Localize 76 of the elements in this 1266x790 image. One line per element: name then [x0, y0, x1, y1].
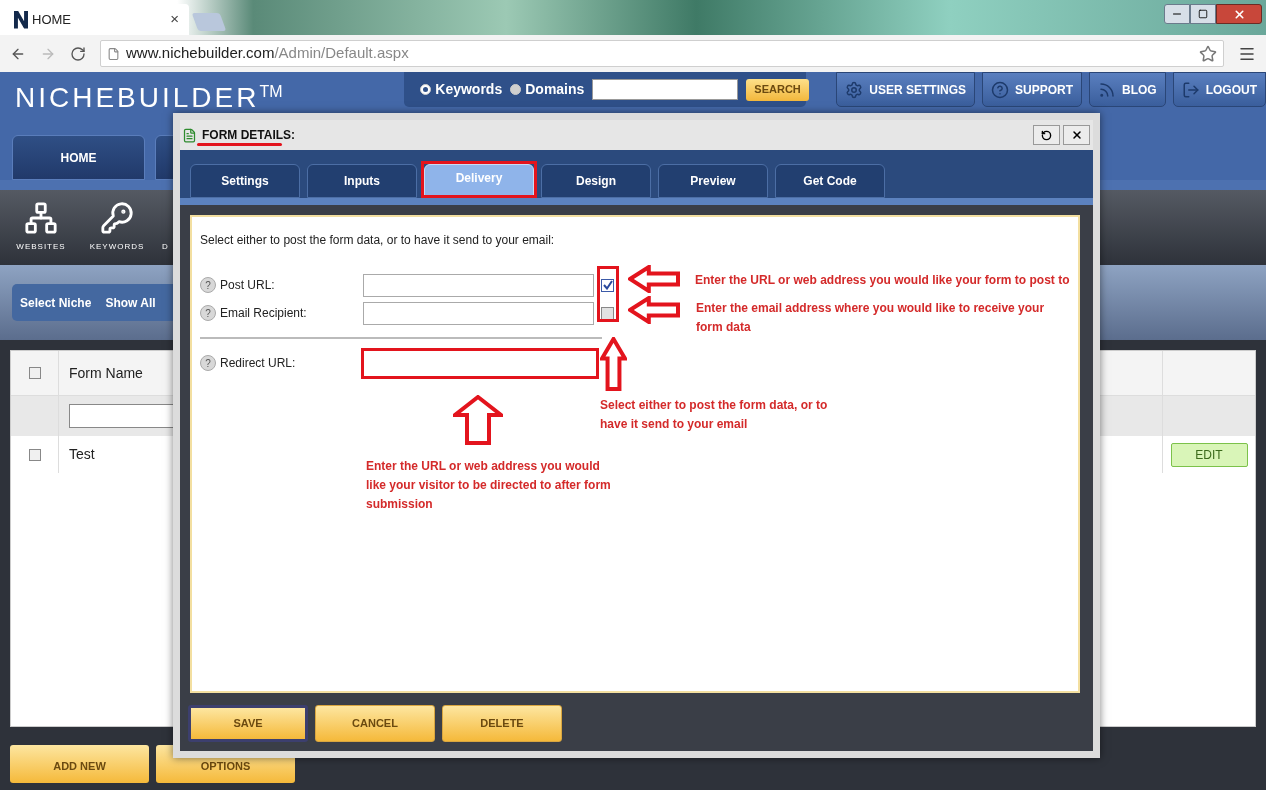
search-button[interactable]: SEARCH [746, 78, 809, 101]
highlight-box [597, 266, 619, 322]
refresh-button[interactable] [1033, 125, 1060, 145]
niche-link[interactable]: Select Niche [20, 293, 92, 312]
radio-label: Keywords [435, 80, 503, 99]
annotation-text: Enter the URL or web address you would like your form to post to [695, 272, 1070, 289]
key-icon [100, 201, 134, 235]
field-label: Redirect URL: [220, 355, 297, 372]
logo: NICHEBUILDER [15, 84, 260, 112]
help-button[interactable]: ? [200, 277, 216, 293]
toolbar-label[interactable]: D [162, 241, 169, 253]
nav-button[interactable]: LOGOUT [1172, 72, 1266, 107]
minimize-button[interactable] [1164, 4, 1190, 24]
tab[interactable]: Preview [658, 164, 768, 198]
edit-button[interactable]: EDIT [1170, 442, 1248, 467]
checkbox[interactable] [28, 367, 41, 379]
modal-title: FORM DETAILS: [202, 127, 296, 144]
checkbox[interactable] [601, 278, 614, 292]
tab[interactable]: Get Code [775, 164, 885, 198]
restore-icon [1198, 9, 1208, 19]
main-tab[interactable]: HOME [12, 135, 145, 180]
address-bar[interactable]: www.nichebuilder.com/Admin/Default.aspx [100, 40, 1224, 67]
tab[interactable]: Design [541, 164, 651, 198]
nav-button[interactable]: SUPPORT [982, 72, 1082, 107]
close-icon [1232, 7, 1246, 21]
annotation-text: Enter the URL or web address you would like your visitor to be directed to after form submission [366, 458, 611, 513]
toolbar-label[interactable]: WEBSITES [16, 241, 66, 253]
bookmark-star-icon[interactable] [1199, 44, 1217, 63]
field-label: Email Recipient: [220, 305, 308, 322]
dialog-button[interactable]: SAVE [188, 705, 308, 742]
rss-icon [1098, 80, 1116, 99]
left-arrow [628, 296, 680, 324]
checkbox[interactable] [601, 306, 614, 320]
input-field[interactable] [363, 273, 594, 297]
search-field[interactable] [592, 79, 739, 100]
tab-title: HOME [32, 10, 71, 29]
dialog-button[interactable]: CANCEL [315, 705, 435, 742]
close-icon [1070, 129, 1083, 141]
close-button[interactable] [1063, 125, 1090, 145]
close-window-button[interactable] [1216, 4, 1262, 24]
nav-button[interactable]: BLOG [1089, 72, 1166, 107]
niche-link[interactable]: Show All [105, 293, 156, 312]
trademark: TM [259, 84, 283, 100]
toolbar-label[interactable]: KEYWORDS [89, 241, 145, 253]
table-cell-text: Test [69, 445, 95, 464]
radio-label: Domains [525, 80, 585, 99]
form-icon [182, 127, 197, 143]
input-field[interactable] [363, 301, 594, 325]
dialog-button[interactable]: DELETE [442, 705, 562, 742]
page-icon [107, 46, 120, 61]
field-label: Post URL: [220, 277, 276, 294]
logout-icon [1181, 80, 1200, 99]
radio-button[interactable] [420, 84, 432, 95]
refresh-icon [1041, 129, 1052, 141]
annotation-text: Select either to post the form data, or to have it send to your email [600, 397, 829, 433]
left-arrow [628, 265, 680, 293]
gear-icon [845, 80, 864, 99]
url-text: www.nichebuilder.com/Admin/Default.aspx [126, 43, 409, 64]
restore-button[interactable] [1190, 4, 1216, 24]
up-arrow [453, 395, 503, 445]
help-button[interactable]: ? [200, 305, 216, 321]
help-button[interactable]: ? [200, 355, 216, 371]
annotation-text: Enter the email address where you would like to receive your form data [696, 300, 1046, 336]
n-logo-icon [14, 10, 28, 29]
help-icon [991, 80, 1009, 99]
tab[interactable]: Settings [190, 164, 300, 198]
sitemap-icon [24, 201, 58, 235]
tab[interactable]: Inputs [307, 164, 417, 198]
close-tab-button[interactable]: × [170, 8, 179, 31]
instruction-text: Select either to post the form data, or to have it send to your email: [200, 232, 556, 249]
checkmark-icon [602, 280, 613, 290]
action-button[interactable]: ADD NEW [10, 745, 149, 783]
reload-icon[interactable] [70, 45, 86, 62]
checkbox[interactable] [28, 448, 41, 461]
radio-button[interactable] [510, 84, 522, 95]
nav-button[interactable]: USER SETTINGS [836, 72, 975, 107]
